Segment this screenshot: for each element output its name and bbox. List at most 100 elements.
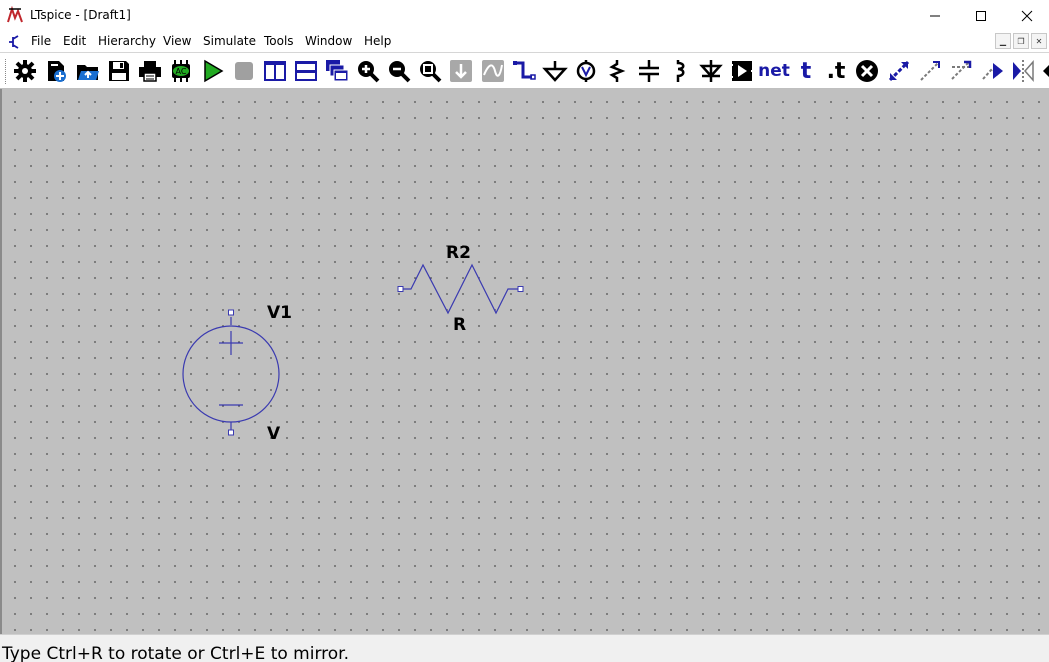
ground-icon <box>542 61 568 82</box>
new-document-icon <box>48 61 66 82</box>
r2-right-pin[interactable] <box>517 286 524 292</box>
mirror-icon <box>1013 60 1034 82</box>
window-title: LTspice - [Draft1] <box>30 8 131 22</box>
move-icon <box>888 60 910 82</box>
component-button[interactable] <box>729 58 755 84</box>
spice-directive-label: .t <box>826 58 846 84</box>
menu-hierarchy[interactable]: Hierarchy <box>98 34 156 48</box>
component-icon <box>730 61 754 81</box>
capacitor-button[interactable] <box>636 58 662 84</box>
chip-icon: AC <box>172 60 190 82</box>
cascade-windows-icon <box>326 60 349 82</box>
v1-bottom-pin[interactable] <box>228 429 234 436</box>
redo-button[interactable] <box>979 58 1005 84</box>
waveform-icon <box>482 60 504 82</box>
tile-vertical-button[interactable] <box>262 58 288 84</box>
menu-tools[interactable]: Tools <box>264 34 294 48</box>
diode-icon <box>699 60 723 82</box>
close-icon: ✕ <box>1035 36 1043 46</box>
tile-vertical-icon <box>264 61 286 81</box>
mirror-button[interactable] <box>1010 58 1036 84</box>
zoom-out-button[interactable] <box>386 58 412 84</box>
zoom-in-icon <box>358 61 380 83</box>
print-button[interactable] <box>137 58 163 84</box>
spice-directive-button[interactable]: .t <box>823 58 849 84</box>
menu-view[interactable]: View <box>163 34 191 48</box>
floppy-disk-icon <box>109 61 129 81</box>
r2-value-label[interactable]: R <box>453 315 466 335</box>
zoom-fit-icon <box>420 61 442 83</box>
toolbar: AC net t .t <box>0 52 1049 89</box>
zoom-in-button[interactable] <box>355 58 381 84</box>
menu-help[interactable]: Help <box>364 34 391 48</box>
status-message: Type Ctrl+R to rotate or Ctrl+E to mirro… <box>2 644 349 662</box>
voltage-source-v1[interactable] <box>182 309 280 436</box>
restore-icon: ❐ <box>1017 36 1025 46</box>
maximize-icon <box>976 10 986 21</box>
schematic-doc-icon[interactable] <box>6 34 22 50</box>
title-bar: LTspice - [Draft1] <box>0 0 1049 31</box>
save-button[interactable] <box>106 58 132 84</box>
menu-file[interactable]: File <box>31 34 51 48</box>
printer-icon <box>139 61 161 82</box>
run-button[interactable] <box>200 58 226 84</box>
voltage-probe-icon <box>576 60 596 82</box>
schematic-canvas[interactable]: V1 V R2 R <box>0 89 1049 634</box>
voltage-probe-button[interactable] <box>573 58 599 84</box>
wire-icon <box>513 61 536 80</box>
status-bar: Type Ctrl+R to rotate or Ctrl+E to mirro… <box>0 634 1049 662</box>
resistor-icon <box>609 60 626 82</box>
menu-simulate[interactable]: Simulate <box>203 34 256 48</box>
menu-edit[interactable]: Edit <box>63 34 86 48</box>
rotate-icon <box>1043 65 1049 77</box>
minimize-icon <box>930 15 940 16</box>
redo-icon <box>982 63 1003 80</box>
delete-button[interactable] <box>854 58 880 84</box>
halt-button[interactable] <box>231 58 257 84</box>
menu-window[interactable]: Window <box>305 34 352 48</box>
wire-button[interactable] <box>511 58 537 84</box>
copy-icon <box>951 60 972 80</box>
text-button[interactable]: t <box>793 58 819 84</box>
net-label-text: net <box>758 61 790 81</box>
rotate-button[interactable] <box>1040 58 1049 84</box>
drag-button[interactable] <box>917 58 943 84</box>
r2-left-pin[interactable] <box>397 286 404 292</box>
zoom-fit-button[interactable] <box>417 58 443 84</box>
ac-analysis-button[interactable]: AC <box>168 58 194 84</box>
maximize-button[interactable] <box>958 0 1004 31</box>
net-label-button[interactable]: net <box>758 58 790 84</box>
close-button[interactable] <box>1004 0 1049 31</box>
waveform-button[interactable] <box>480 58 506 84</box>
settings-button[interactable] <box>12 58 38 84</box>
new-schematic-button[interactable] <box>44 58 70 84</box>
mdi-restore-button[interactable]: ❐ <box>1013 33 1029 49</box>
tile-horizontal-button[interactable] <box>293 58 319 84</box>
v1-top-pin[interactable] <box>228 309 234 316</box>
mdi-close-button[interactable]: ✕ <box>1031 33 1047 49</box>
ltspice-logo-icon <box>6 5 24 24</box>
copy-button[interactable] <box>948 58 974 84</box>
pan-button[interactable] <box>448 58 474 84</box>
inductor-button[interactable] <box>667 58 693 84</box>
tile-horizontal-icon <box>295 61 317 81</box>
move-button[interactable] <box>886 58 912 84</box>
v1-value-label[interactable]: V <box>267 424 280 444</box>
minimize-button[interactable] <box>912 0 958 31</box>
capacitor-icon <box>639 60 659 82</box>
v1-reference-label[interactable]: V1 <box>267 303 292 323</box>
zoom-out-icon <box>389 61 411 83</box>
toolbar-grip[interactable] <box>5 59 9 84</box>
menu-bar: File Edit Hierarchy View Simulate Tools … <box>0 31 1049 52</box>
resistor-button[interactable] <box>604 58 630 84</box>
open-button[interactable] <box>75 58 101 84</box>
resistor-r2[interactable] <box>397 263 524 315</box>
folder-open-icon <box>77 65 99 80</box>
mdi-minimize-button[interactable]: ▁ <box>995 33 1011 49</box>
diode-button[interactable] <box>698 58 724 84</box>
minimize-icon: ▁ <box>999 36 1007 46</box>
schematic-drawing <box>182 263 524 436</box>
ground-button[interactable] <box>542 58 568 84</box>
r2-reference-label[interactable]: R2 <box>446 243 471 263</box>
cascade-button[interactable] <box>324 58 350 84</box>
